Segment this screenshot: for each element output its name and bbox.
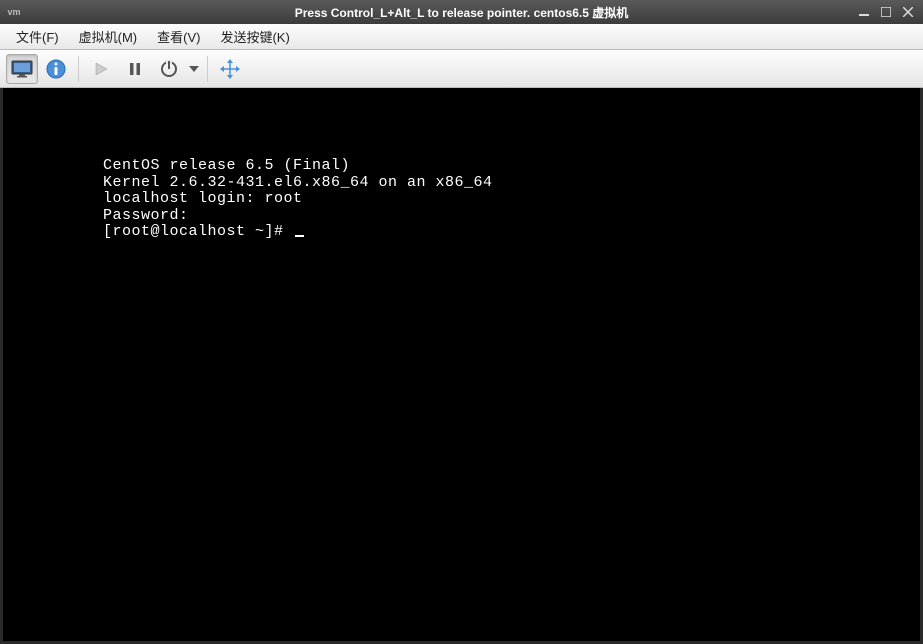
power-button[interactable]	[153, 54, 185, 84]
play-button[interactable]	[85, 54, 117, 84]
info-button[interactable]	[40, 54, 72, 84]
window-controls	[855, 4, 923, 20]
chevron-down-icon	[189, 66, 199, 72]
cursor-icon	[295, 235, 304, 237]
toolbar	[0, 50, 923, 88]
fullscreen-icon	[220, 59, 240, 79]
menu-view[interactable]: 查看(V)	[147, 24, 210, 49]
terminal-login-line: localhost login: root	[103, 191, 920, 208]
power-dropdown[interactable]	[187, 54, 201, 84]
play-icon	[93, 61, 109, 77]
titlebar: vm Press Control_L+Alt_L to release poin…	[0, 0, 923, 24]
terminal-password-line: Password:	[103, 208, 920, 225]
menu-sendkey[interactable]: 发送按键(K)	[210, 24, 299, 49]
separator	[78, 56, 79, 82]
menubar: 文件(F) 虚拟机(M) 查看(V) 发送按键(K)	[0, 24, 923, 50]
pause-icon	[128, 62, 142, 76]
terminal-line: CentOS release 6.5 (Final)	[103, 158, 920, 175]
info-icon	[46, 59, 66, 79]
minimize-button[interactable]	[855, 4, 873, 20]
menu-file[interactable]: 文件(F)	[6, 24, 69, 49]
maximize-button[interactable]	[877, 4, 895, 20]
terminal-line: Kernel 2.6.32-431.el6.x86_64 on an x86_6…	[103, 175, 920, 192]
window-title: Press Control_L+Alt_L to release pointer…	[295, 4, 629, 21]
close-button[interactable]	[899, 4, 917, 20]
power-icon	[160, 60, 178, 78]
fullscreen-button[interactable]	[214, 54, 246, 84]
vm-window: vm Press Control_L+Alt_L to release poin…	[0, 0, 923, 644]
terminal-prompt-line: [root@localhost ~]#	[103, 224, 920, 241]
monitor-icon	[11, 60, 33, 78]
separator	[207, 56, 208, 82]
app-icon: vm	[4, 2, 24, 22]
console-view-button[interactable]	[6, 54, 38, 84]
terminal-console[interactable]: CentOS release 6.5 (Final) Kernel 2.6.32…	[0, 88, 923, 644]
menu-vm[interactable]: 虚拟机(M)	[69, 24, 148, 49]
pause-button[interactable]	[119, 54, 151, 84]
